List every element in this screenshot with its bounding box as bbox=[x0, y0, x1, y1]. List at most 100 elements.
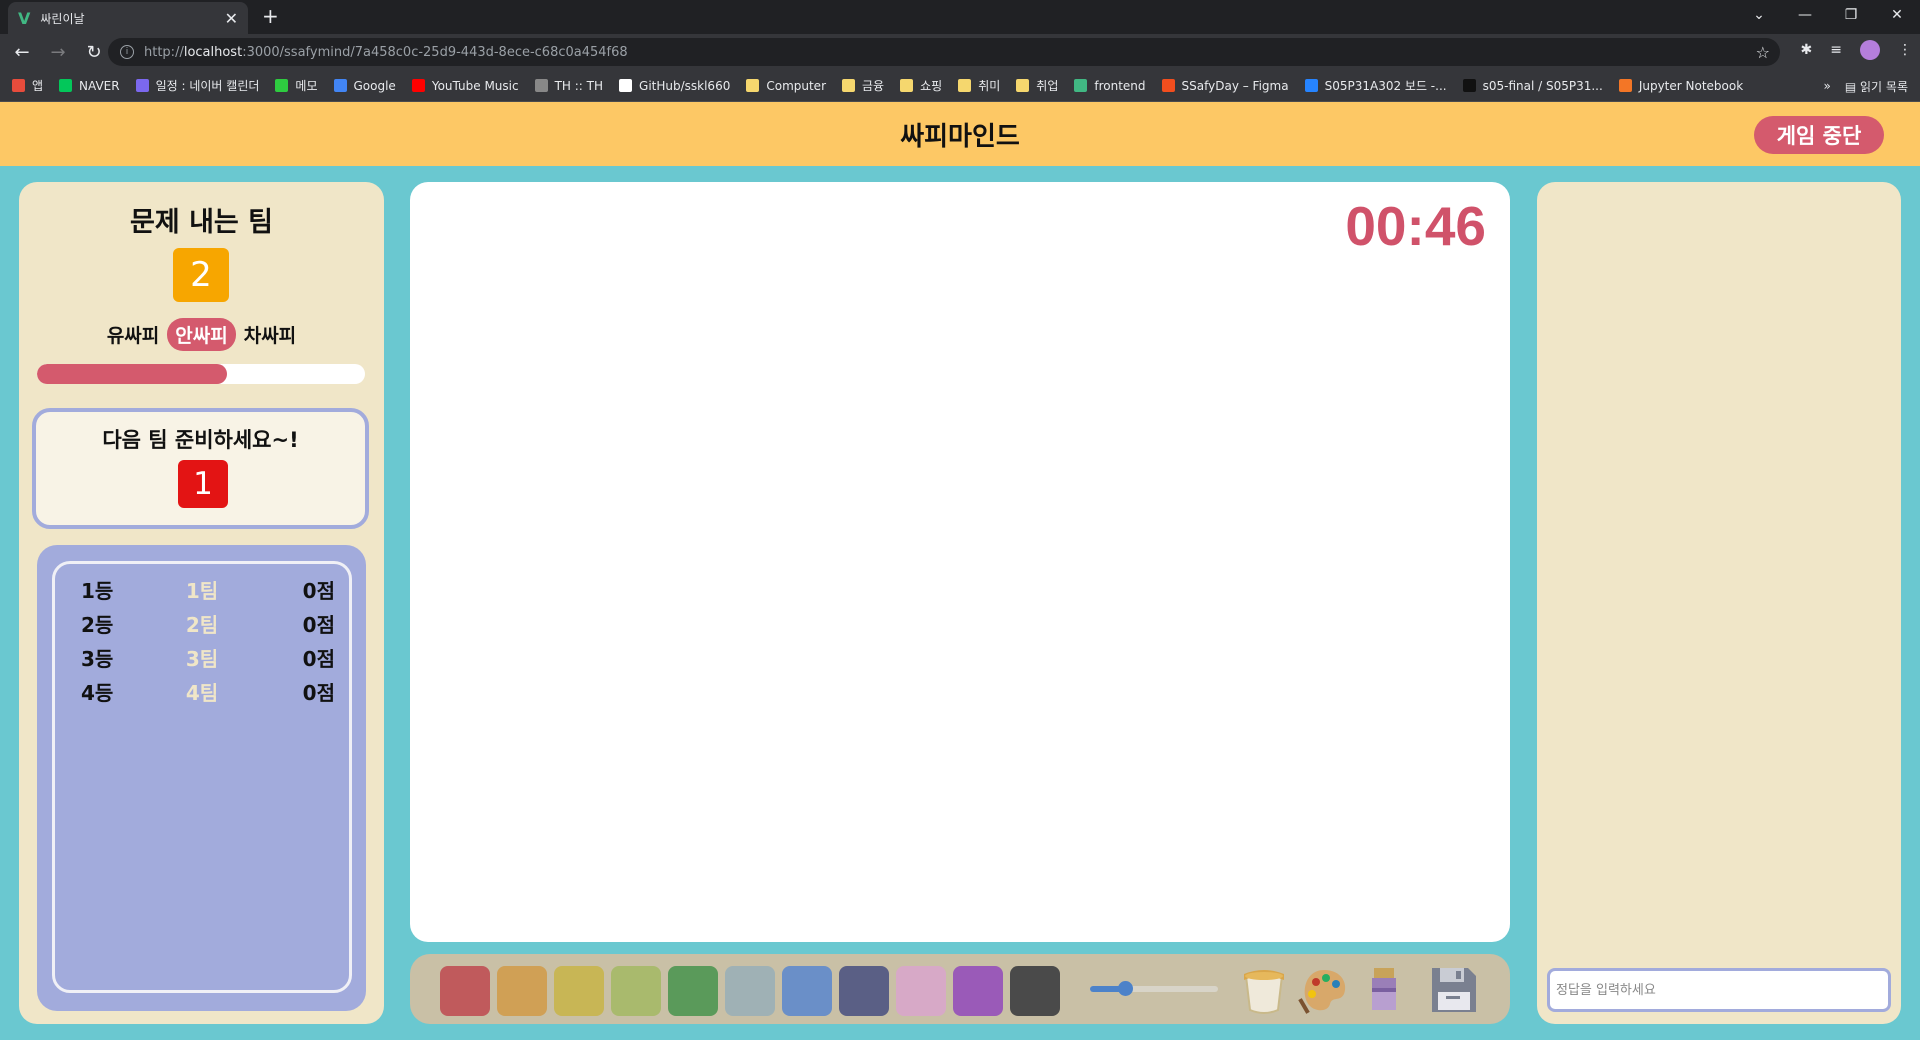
profile-avatar[interactable] bbox=[1860, 40, 1880, 60]
questioning-team-title: 문제 내는 팀 bbox=[130, 207, 273, 238]
menu-icon[interactable]: ⋮ bbox=[1898, 42, 1912, 58]
forward-icon[interactable]: → bbox=[44, 42, 72, 63]
extensions-icon[interactable]: ✱ bbox=[1801, 42, 1813, 58]
bookmark-label: 취미 bbox=[978, 79, 1001, 93]
back-icon[interactable]: ← bbox=[8, 42, 36, 63]
reload-icon[interactable]: ↻ bbox=[80, 42, 108, 63]
bookmark-star-icon[interactable]: ☆ bbox=[1756, 43, 1770, 62]
url-path: :3000/ssafymind/7a458c0c-25d9-443d-8ece-… bbox=[242, 44, 628, 60]
bookmark-item[interactable]: 메모 bbox=[275, 77, 318, 94]
close-tab-icon[interactable]: ✕ bbox=[225, 9, 238, 28]
bookmark-label: NAVER bbox=[79, 78, 120, 93]
bookmark-item[interactable]: NAVER bbox=[59, 79, 120, 93]
bookmark-item[interactable]: 일정 : 네이버 캘린더 bbox=[135, 77, 259, 94]
site-info-icon[interactable]: i bbox=[120, 45, 134, 59]
bookmark-label: 취업 bbox=[1036, 79, 1059, 93]
phase-label: 유싸피 bbox=[106, 325, 160, 347]
tab-search-icon[interactable]: ⌄ bbox=[1736, 7, 1782, 23]
minimize-icon[interactable]: — bbox=[1782, 7, 1828, 23]
close-window-icon[interactable]: ✕ bbox=[1874, 7, 1920, 23]
bookmark-item[interactable]: S05P31A302 보드 -... bbox=[1304, 77, 1447, 94]
bookmark-favicon-icon bbox=[958, 79, 972, 92]
color-swatch[interactable] bbox=[782, 966, 832, 1016]
browser-toolbar: ← → ↻ i http://localhost:3000/ssafymind/… bbox=[0, 34, 1920, 70]
bookmark-item[interactable]: Jupyter Notebook bbox=[1618, 79, 1743, 93]
bookmarks-bar-right: » ▤ 읽기 목록 bbox=[1813, 70, 1908, 101]
bookmark-item[interactable]: SSafyDay – Figma bbox=[1161, 79, 1289, 93]
browser-tab[interactable]: V 싸린이날 ✕ bbox=[8, 2, 248, 34]
bookmark-favicon-icon bbox=[275, 79, 289, 92]
bookmark-item[interactable]: 취미 bbox=[958, 77, 1000, 94]
bookmark-label: 앱 bbox=[32, 79, 44, 93]
bookmark-item[interactable]: GitHub/sskl660 bbox=[619, 79, 730, 93]
url-prefix: http:// bbox=[144, 44, 184, 60]
brush-size-knob[interactable] bbox=[1117, 981, 1133, 996]
color-swatch[interactable] bbox=[953, 966, 1003, 1016]
next-team-box: 다음 팀 준비하세요~! 1 bbox=[32, 408, 369, 529]
bookmark-item[interactable]: TH :: TH bbox=[534, 78, 604, 93]
color-swatch[interactable] bbox=[440, 966, 490, 1016]
color-swatch[interactable] bbox=[497, 966, 547, 1016]
color-swatch[interactable] bbox=[896, 966, 946, 1016]
bookmark-item[interactable]: s05-final / S05P31... bbox=[1462, 78, 1603, 93]
address-bar[interactable]: i http://localhost:3000/ssafymind/7a458c… bbox=[108, 38, 1780, 66]
more-bookmarks-icon[interactable]: » bbox=[1824, 79, 1831, 93]
brush-size-slider[interactable] bbox=[1090, 981, 1218, 996]
round-progress-bar bbox=[37, 364, 365, 384]
bookmark-favicon-icon bbox=[746, 79, 760, 92]
paint-bucket-icon[interactable] bbox=[1236, 962, 1292, 1018]
color-swatch[interactable] bbox=[839, 966, 889, 1016]
color-swatch[interactable] bbox=[554, 966, 604, 1016]
bookmark-label: frontend bbox=[1094, 78, 1146, 93]
bookmark-favicon-icon bbox=[842, 79, 855, 92]
phase-indicator: 유싸피 안싸피 차싸피 bbox=[19, 318, 384, 351]
bookmark-label: TH :: TH bbox=[554, 78, 604, 93]
chat-panel bbox=[1537, 182, 1901, 1024]
next-team-text: 다음 팀 준비하세요~! bbox=[102, 428, 299, 452]
drawing-toolbar bbox=[410, 954, 1510, 1024]
bookmark-favicon-icon bbox=[12, 79, 25, 92]
color-swatch[interactable] bbox=[725, 966, 775, 1016]
reading-list-button[interactable]: ▤ 읽기 목록 bbox=[1845, 78, 1908, 95]
reading-list-icon: ▤ bbox=[1844, 79, 1861, 94]
drawing-canvas[interactable]: 00:46 bbox=[410, 182, 1510, 942]
app-header: 싸피마인드 게임 중단 bbox=[0, 102, 1920, 166]
bookmark-item[interactable]: YouTube Music bbox=[411, 78, 519, 93]
bookmark-item[interactable]: Computer bbox=[746, 79, 826, 93]
ranking-row: 1등 1팀 0점 bbox=[55, 574, 349, 604]
bookmark-item[interactable]: frontend bbox=[1074, 78, 1146, 93]
bookmarks-bar: 앱 NAVER 일정 : 네이버 캘린더 메모 Google YouTube Music T… bbox=[0, 70, 1920, 102]
stop-game-button[interactable]: 게임 중단 bbox=[1754, 116, 1884, 154]
bookmark-label: YouTube Music bbox=[431, 78, 519, 93]
color-swatch[interactable] bbox=[1010, 966, 1060, 1016]
url-host: localhost bbox=[183, 44, 243, 60]
new-tab-icon[interactable]: + bbox=[262, 4, 279, 28]
left-panel: 문제 내는 팀 2 유싸피 안싸피 차싸피 다음 팀 준비하세요~! 1 1등 1팀 0… bbox=[19, 182, 384, 1024]
bookmark-item[interactable]: 취업 bbox=[1016, 77, 1058, 94]
color-swatch[interactable] bbox=[611, 966, 661, 1016]
bookmark-label: GitHub/sskl660 bbox=[639, 78, 731, 93]
eraser-icon[interactable] bbox=[1356, 962, 1412, 1018]
bookmark-item[interactable]: 앱 bbox=[12, 77, 43, 94]
bookmark-favicon-icon bbox=[333, 79, 347, 92]
bookmark-item[interactable]: 쇼핑 bbox=[900, 77, 942, 94]
bookmark-item[interactable]: Google bbox=[333, 79, 396, 93]
ranking-row: 3등 3팀 0점 bbox=[55, 642, 349, 672]
restore-icon[interactable]: ❐ bbox=[1828, 7, 1874, 23]
bookmark-favicon-icon bbox=[59, 79, 73, 92]
bookmark-favicon-icon bbox=[135, 79, 149, 92]
phase-label: 차싸피 bbox=[243, 325, 297, 347]
save-icon[interactable] bbox=[1426, 962, 1482, 1018]
current-team-badge: 2 bbox=[173, 248, 229, 302]
media-icon[interactable]: ≡ bbox=[1830, 42, 1842, 58]
score-label: 0점 bbox=[302, 578, 335, 603]
ranking-row: 2등 2팀 0점 bbox=[55, 608, 349, 638]
color-swatch[interactable] bbox=[668, 966, 718, 1016]
app-root: 싸피마인드 게임 중단 문제 내는 팀 2 유싸피 안싸피 차싸피 다음 팀 준비하… bbox=[0, 102, 1920, 1040]
bookmark-item[interactable]: 금융 bbox=[842, 77, 884, 94]
bookmark-label: 메모 bbox=[295, 79, 318, 93]
bookmark-favicon-icon bbox=[900, 79, 914, 92]
bookmark-label: s05-final / S05P31... bbox=[1482, 78, 1603, 93]
palette-icon[interactable] bbox=[1296, 962, 1352, 1018]
answer-input[interactable] bbox=[1547, 968, 1891, 1012]
